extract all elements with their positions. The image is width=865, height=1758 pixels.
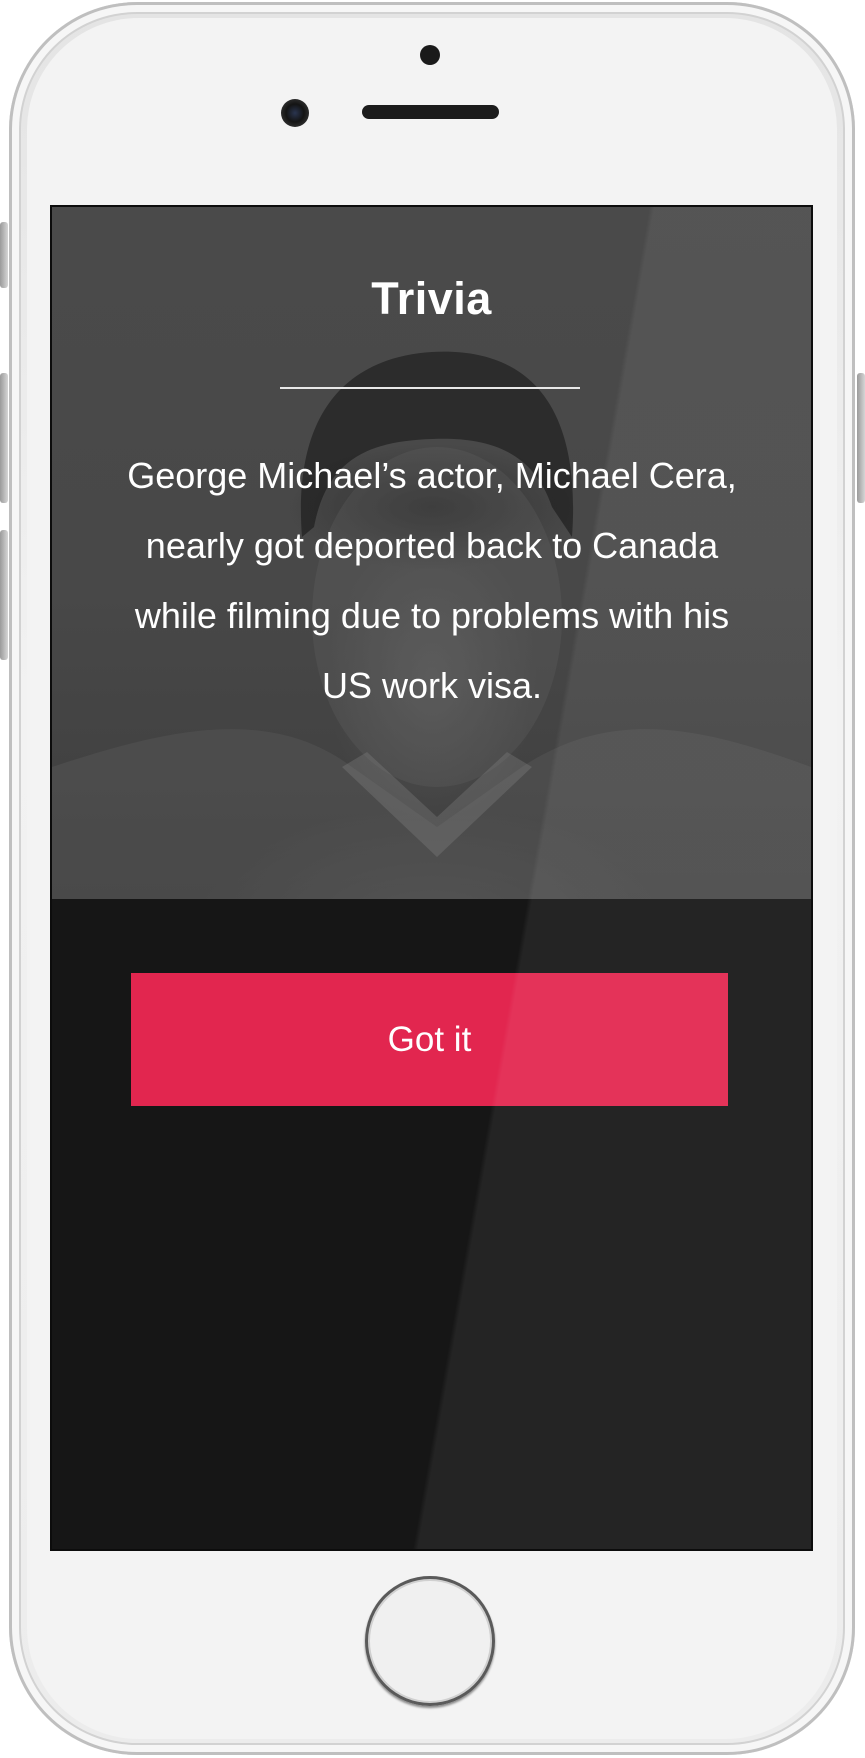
- hero-background: Trivia George Michael’s actor, Michael C…: [52, 207, 811, 899]
- home-button-icon[interactable]: [365, 1576, 495, 1706]
- volume-up-button: [0, 373, 8, 503]
- volume-down-button: [0, 530, 8, 660]
- mute-switch: [0, 222, 8, 288]
- proximity-sensor: [420, 45, 440, 65]
- title-divider: [280, 387, 580, 389]
- got-it-button[interactable]: Got it: [131, 973, 728, 1106]
- trivia-fact-text: George Michael’s actor, Michael Cera, ne…: [127, 455, 737, 706]
- power-button: [857, 373, 865, 503]
- earpiece-speaker: [362, 105, 499, 119]
- front-camera-icon: [281, 99, 309, 127]
- page-title: Trivia: [371, 273, 492, 324]
- app-screen: Trivia George Michael’s actor, Michael C…: [52, 207, 811, 1549]
